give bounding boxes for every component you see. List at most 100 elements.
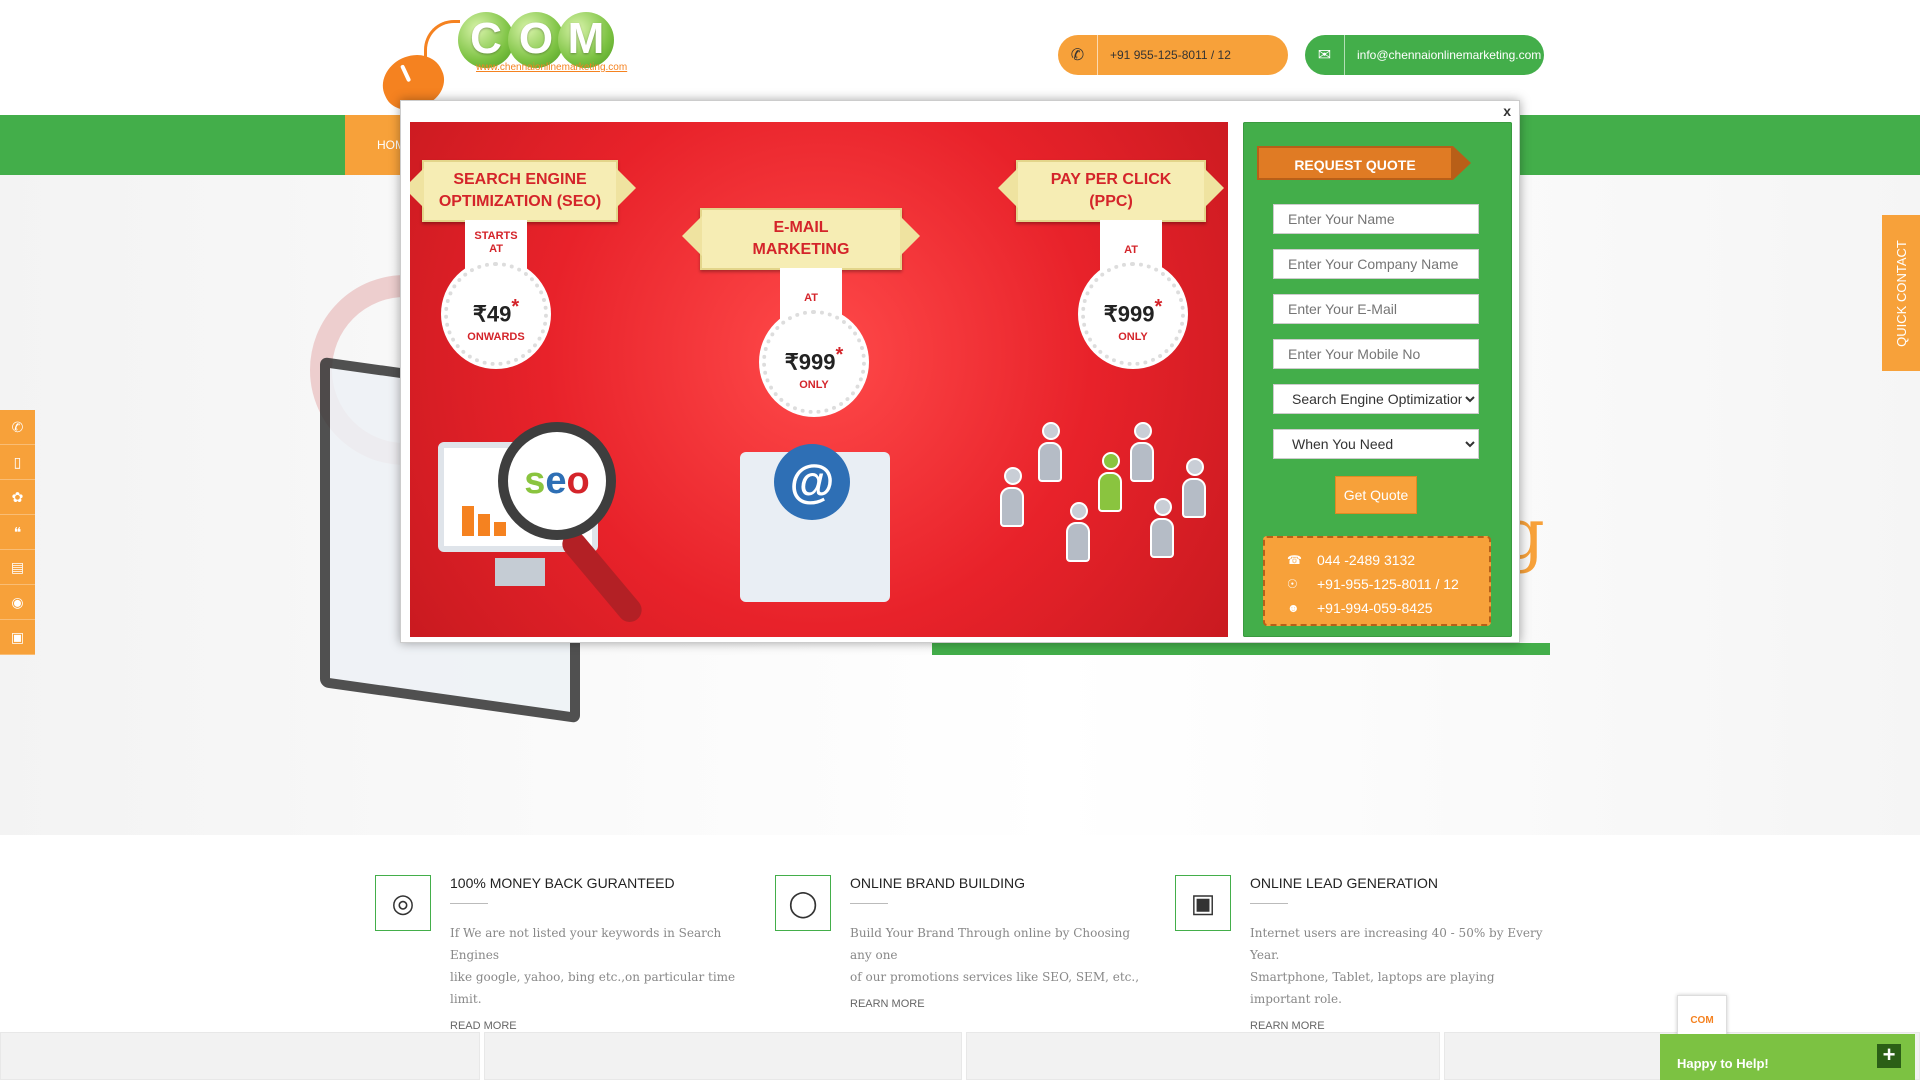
email-title-line1: E-MAIL: [773, 219, 829, 236]
ticket-icon[interactable]: ▤: [0, 550, 35, 585]
quick-contact-tab[interactable]: QUICK CONTACT: [1882, 215, 1920, 371]
feature-desc-line: of our promotions services like SEO, SEM…: [850, 970, 1140, 984]
feature-desc-line: If We are not listed your keywords in Se…: [450, 926, 722, 962]
at-icon: @: [774, 444, 850, 520]
header-phone-text: +91 955-125-8011 / 12: [1110, 48, 1231, 62]
magnifier-handle: [557, 527, 647, 627]
features-section: ◎ 100% MONEY BACK GURANTEED If We are no…: [0, 835, 1920, 1032]
close-icon[interactable]: x: [1503, 103, 1511, 119]
person-highlight-icon: [1098, 452, 1124, 512]
chat-widget[interactable]: Happy to Help! +: [1660, 1034, 1915, 1080]
hero-green-line: [932, 643, 1550, 655]
logo-url: www.chennaionlinemarketing.com: [476, 62, 628, 73]
ppc-tag-text: AT: [1124, 244, 1138, 256]
ppc-price: ₹999: [1103, 301, 1155, 327]
seo-price-sub: ONWARDS: [467, 331, 525, 344]
contact-mobile-1: +91-955-125-8011 / 12: [1317, 576, 1459, 592]
feature-divider: [850, 903, 888, 904]
target-icon: ◎: [375, 875, 431, 931]
email-price-sub: ONLY: [799, 379, 829, 392]
gallery-tile: [484, 1032, 962, 1080]
phone-icon: ✆: [1058, 35, 1098, 75]
left-social-bar: ✆ ▯ ✿ ❝ ▤ ◉ ▣: [0, 410, 35, 655]
leaf-icon[interactable]: ✿: [0, 480, 35, 515]
seo-ribbon: SEARCH ENGINE OPTIMIZATION (SEO): [410, 160, 636, 222]
chat-label: Happy to Help!: [1677, 1056, 1769, 1071]
header-email-text: info@chennaionlinemarketing.com: [1357, 48, 1542, 62]
header-email[interactable]: ✉ info@chennaionlinemarketing.com: [1305, 35, 1544, 75]
seo-price-star: *: [511, 296, 520, 318]
email-price: ₹999: [784, 349, 836, 375]
lightbulb-icon: ◯: [775, 875, 831, 931]
person-icon: [1038, 422, 1064, 482]
phone-icon[interactable]: ✆: [0, 410, 35, 445]
feature-desc-line: Smartphone, Tablet, laptops are playing …: [1250, 970, 1495, 1006]
email-input[interactable]: [1273, 294, 1479, 324]
site-logo[interactable]: C O M www.chennaionlinemarketing.com: [373, 8, 640, 119]
quick-contact-label: QUICK CONTACT: [1893, 239, 1909, 347]
promo-banner[interactable]: SEARCH ENGINE OPTIMIZATION (SEO) STARTS …: [410, 122, 1228, 637]
timeline-select[interactable]: When You Need: [1273, 429, 1479, 459]
email-title-line2: MARKETING: [752, 241, 850, 258]
ppc-title-line2: (PPC): [1089, 193, 1133, 210]
logo-letter-o: O: [508, 12, 564, 68]
feature-title: ONLINE LEAD GENERATION: [1250, 875, 1439, 891]
person-icon: [1000, 467, 1026, 527]
user-icon: ☻: [1287, 601, 1300, 615]
logo-letter-m: M: [558, 12, 614, 68]
chart-bar-graphic: [494, 522, 506, 536]
logo-cable: [424, 20, 460, 68]
header-phone[interactable]: ✆ +91 955-125-8011 / 12: [1058, 35, 1288, 75]
site-header: C O M www.chennaionlinemarketing.com ✆ +…: [0, 0, 1920, 119]
get-quote-button[interactable]: Get Quote: [1335, 476, 1417, 514]
read-more-link[interactable]: REARN MORE: [850, 998, 1155, 1010]
promo-modal: x SEARCH ENGINE OPTIMIZATION (SEO) START…: [400, 100, 1520, 643]
quote-icon[interactable]: ❝: [0, 515, 35, 550]
mobile-input[interactable]: [1273, 339, 1479, 369]
seo-price: ₹49: [472, 301, 512, 327]
person-icon: [1150, 498, 1176, 558]
chat-icon[interactable]: ◉: [0, 585, 35, 620]
gallery-tile: [966, 1032, 1440, 1080]
telephone-icon: ☎: [1287, 553, 1302, 567]
name-input[interactable]: [1273, 204, 1479, 234]
feature-desc-line: Internet users are increasing 40 - 50% b…: [1250, 926, 1543, 962]
magnifier-seo-icon: seo: [498, 422, 616, 540]
feature-title: ONLINE BRAND BUILDING: [850, 875, 1026, 891]
feature-title: 100% MONEY BACK GURANTEED: [450, 875, 675, 891]
mobile-icon[interactable]: ▯: [0, 445, 35, 480]
person-icon: [1130, 422, 1156, 482]
seo-price-badge: ₹49* ONWARDS: [444, 262, 548, 366]
ppc-ribbon: PAY PER CLICK (PPC): [998, 160, 1224, 222]
gift-icon[interactable]: ▣: [0, 620, 35, 655]
person-icon: [1182, 458, 1208, 518]
contact-landline: 044 -2489 3132: [1317, 552, 1416, 568]
person-icon: [1066, 502, 1092, 562]
envelope-icon: ✉: [1305, 35, 1345, 75]
chat-expand-button[interactable]: +: [1877, 1044, 1901, 1068]
chart-bar-graphic: [462, 506, 474, 536]
email-ribbon: E-MAIL MARKETING: [682, 208, 920, 270]
support-icon: ☉: [1287, 577, 1298, 591]
feature-desc-line: like google, yahoo, bing etc.,on particu…: [450, 970, 736, 1006]
logo-letter-c: C: [458, 12, 514, 68]
company-input[interactable]: [1273, 249, 1479, 279]
presentation-icon: ▣: [1175, 875, 1231, 931]
email-price-badge: ₹999* ONLY: [762, 310, 866, 414]
ppc-title-line1: PAY PER CLICK: [1050, 171, 1172, 188]
people-network-graphic: [1000, 422, 1210, 602]
ppc-price-sub: ONLY: [1118, 331, 1148, 344]
contact-mobile-2: +91-994-059-8425: [1317, 600, 1433, 616]
email-price-star: *: [835, 344, 844, 366]
feature-divider: [1250, 903, 1288, 904]
seo-title-line2: OPTIMIZATION (SEO): [438, 193, 602, 210]
seo-tag-line1: STARTS: [474, 230, 518, 242]
monitor-stand: [495, 558, 545, 586]
ppc-price-badge: ₹999* ONLY: [1081, 262, 1185, 366]
request-quote-form: REQUEST QUOTE Search Engine Optimization…: [1243, 122, 1512, 637]
quote-contact-box: ☎ 044 -2489 3132 ☉ +91-955-125-8011 / 12 ☻…: [1263, 536, 1491, 626]
ppc-price-star: *: [1154, 296, 1163, 318]
magnifier-seo-text: seo: [524, 459, 590, 502]
seo-title-line1: SEARCH ENGINE: [453, 171, 587, 188]
service-select[interactable]: Search Engine Optimization: [1273, 384, 1479, 414]
